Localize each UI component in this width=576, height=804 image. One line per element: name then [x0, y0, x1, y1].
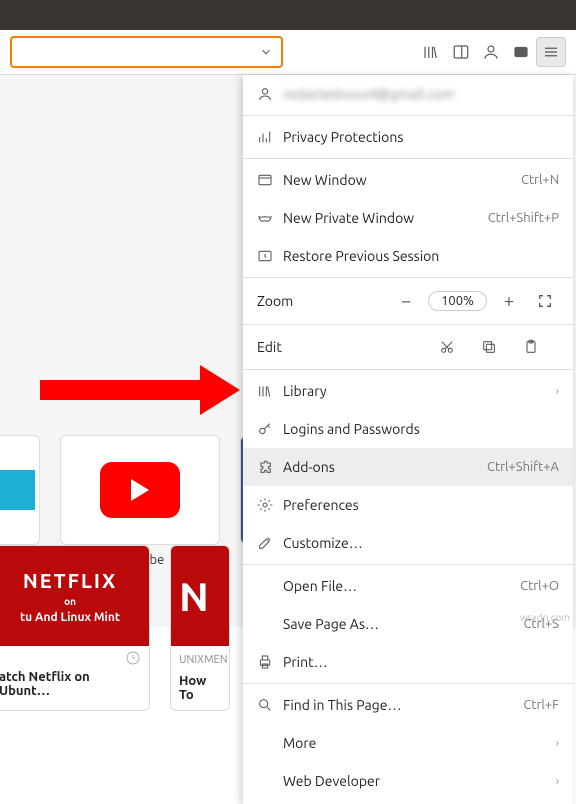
copy-icon[interactable]: [481, 339, 517, 355]
zoom-label: Zoom: [257, 293, 384, 309]
menu-privacy-protections[interactable]: Privacy Protections: [243, 118, 573, 156]
paste-icon[interactable]: [523, 339, 559, 355]
card-text: tu And Linux Mint: [20, 611, 120, 624]
menu-zoom: Zoom − 100% +: [243, 280, 573, 322]
library-icon[interactable]: [416, 37, 446, 67]
card-meta: UNIXMEN: [171, 646, 229, 674]
history-icon: [125, 650, 141, 666]
gear-icon: [257, 497, 283, 513]
search-icon: [257, 697, 283, 713]
menu-print[interactable]: Print…: [243, 643, 573, 681]
watermark: wsxdn.com: [520, 612, 570, 623]
highlight-card[interactable]: NETFLIX on tu And Linux Mint atch Netfli…: [0, 545, 150, 711]
youtube-icon: [100, 462, 180, 518]
shortcut: Ctrl+Shift+A: [487, 460, 559, 474]
menu-edit: Edit: [243, 327, 573, 367]
app-menu: redactedxxxx4@gmail.com Privacy Protecti…: [243, 75, 573, 804]
menu-new-window[interactable]: New Window Ctrl+N: [243, 161, 573, 199]
overflow-icon[interactable]: [506, 37, 536, 67]
menu-preferences[interactable]: Preferences: [243, 486, 573, 524]
account-icon[interactable]: [476, 37, 506, 67]
url-bar[interactable]: [10, 36, 283, 68]
zoom-in-button[interactable]: +: [495, 287, 523, 315]
card-text: on: [64, 596, 76, 607]
menu-open-file[interactable]: Open File… Ctrl+O: [243, 567, 573, 605]
shortcut: Ctrl+O: [520, 579, 559, 593]
hamburger-menu-button[interactable]: [536, 37, 566, 67]
edit-label: Edit: [257, 339, 433, 355]
chevron-right-icon: ›: [556, 737, 559, 750]
menu-restore-session[interactable]: Restore Previous Session: [243, 237, 573, 275]
puzzle-icon: [0, 470, 35, 510]
mask-icon: [257, 210, 283, 226]
zoom-value[interactable]: 100%: [428, 291, 487, 311]
sidebar-icon[interactable]: [446, 37, 476, 67]
menu-find[interactable]: Find in This Page… Ctrl+F: [243, 686, 573, 724]
menu-addons[interactable]: Add-ons Ctrl+Shift+A: [243, 448, 573, 486]
annotation-arrow: [40, 365, 240, 415]
card-title: atch Netflix on Ubunt…: [0, 670, 149, 706]
shortcut: Ctrl+N: [521, 173, 559, 187]
menu-logins[interactable]: Logins and Passwords: [243, 410, 573, 448]
highlight-card[interactable]: N UNIXMEN How To: [170, 545, 230, 711]
shield-chart-icon: [257, 129, 283, 145]
zoom-out-button[interactable]: −: [392, 287, 420, 315]
window-icon: [257, 172, 283, 188]
user-icon: [257, 86, 283, 102]
chevron-down-icon: [259, 45, 273, 59]
shortcut: Ctrl+Shift+P: [488, 211, 559, 225]
key-icon: [257, 421, 283, 437]
library-icon: [257, 383, 283, 399]
window-titlebar: [0, 0, 576, 30]
fullscreen-button[interactable]: [531, 287, 559, 315]
shortcut: Ctrl+F: [523, 698, 559, 712]
browser-toolbar: [0, 30, 576, 75]
menu-more[interactable]: More ›: [243, 724, 573, 762]
restore-icon: [257, 248, 283, 264]
card-title: How To: [171, 674, 229, 710]
paint-icon: [257, 535, 283, 551]
menu-new-private-window[interactable]: New Private Window Ctrl+Shift+P: [243, 199, 573, 237]
menu-customize[interactable]: Customize…: [243, 524, 573, 562]
menu-web-developer[interactable]: Web Developer ›: [243, 762, 573, 800]
chevron-right-icon: ›: [556, 385, 559, 398]
cut-icon[interactable]: [439, 339, 475, 355]
menu-library[interactable]: Library ›: [243, 372, 573, 410]
menu-account[interactable]: redactedxxxx4@gmail.com: [243, 75, 573, 113]
puzzle-icon: [257, 459, 283, 475]
print-icon: [257, 654, 283, 670]
chevron-right-icon: ›: [556, 775, 559, 788]
account-email: redactedxxxx4@gmail.com: [283, 86, 559, 102]
card-text: NETFLIX: [23, 569, 117, 592]
menu-save-as[interactable]: Save Page As… Ctrl+S: [243, 605, 573, 643]
